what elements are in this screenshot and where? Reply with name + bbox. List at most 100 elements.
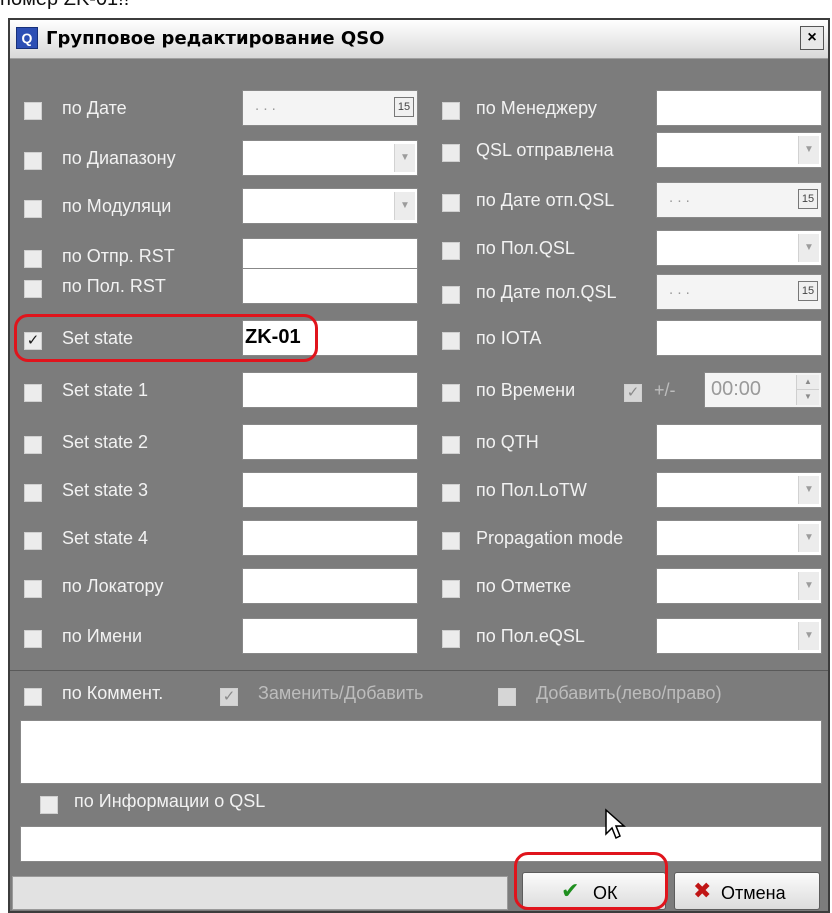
calendar-icon[interactable]: 15: [798, 189, 818, 209]
left-field-input[interactable]: [242, 372, 418, 408]
right-field-label: по Времени: [476, 380, 576, 400]
right-field-select[interactable]: ▼: [656, 230, 822, 266]
right-field-input[interactable]: . . . 15: [656, 182, 822, 218]
left-field-label: по Локатору: [62, 576, 164, 596]
left-field-input[interactable]: [242, 568, 418, 604]
left-field-label: Set state 4: [62, 528, 149, 548]
left-field-checkbox[interactable]: [24, 200, 42, 218]
qsl-info-checkbox[interactable]: [40, 796, 58, 814]
left-field-checkbox[interactable]: ✓: [24, 332, 42, 350]
chevron-down-icon[interactable]: ▼: [798, 136, 819, 164]
cancel-button[interactable]: ✖ Отмена: [674, 872, 820, 910]
add-left-right-label: Добавить(лево/право): [536, 683, 722, 703]
left-field-checkbox[interactable]: [24, 384, 42, 402]
calendar-icon[interactable]: 15: [798, 281, 818, 301]
cancel-label: Отмена: [721, 883, 786, 903]
right-field-checkbox[interactable]: [442, 384, 460, 402]
group-edit-dialog: Q Групповое редактирование QSO × по Дате…: [8, 18, 830, 913]
right-field-input[interactable]: [656, 320, 822, 356]
chevron-down-icon[interactable]: ▼: [798, 622, 819, 650]
right-field-label: по Пол.eQSL: [476, 626, 585, 646]
left-field-input[interactable]: [242, 268, 418, 304]
left-field-checkbox[interactable]: [24, 484, 42, 502]
date-placeholder: . . .: [669, 281, 690, 298]
time-value: 00:00: [711, 378, 762, 400]
chevron-down-icon[interactable]: ▼: [394, 144, 415, 172]
right-field-label: по QTH: [476, 432, 539, 452]
left-field-input[interactable]: [242, 520, 418, 556]
close-button[interactable]: ×: [800, 26, 824, 50]
right-field-input[interactable]: . . . 15: [656, 274, 822, 310]
right-field-input[interactable]: [656, 424, 822, 460]
calendar-icon[interactable]: 15: [394, 97, 414, 117]
date-placeholder: . . .: [255, 97, 276, 114]
left-field-input[interactable]: [242, 472, 418, 508]
right-field-checkbox[interactable]: [442, 332, 460, 350]
right-field-label: по Пол.QSL: [476, 238, 575, 258]
replace-add-checkbox[interactable]: ✓: [220, 688, 238, 706]
chevron-down-icon[interactable]: ▼: [394, 192, 415, 220]
left-field-label: Set state 2: [62, 432, 149, 452]
right-field-label: по Менеджеру: [476, 98, 597, 118]
status-bar: [12, 876, 508, 910]
right-field-checkbox[interactable]: [442, 286, 460, 304]
left-field-input[interactable]: [242, 424, 418, 460]
chevron-down-icon[interactable]: ▼: [798, 476, 819, 504]
title-bar[interactable]: Q Групповое редактирование QSO ×: [10, 20, 828, 59]
right-field-checkbox[interactable]: [442, 532, 460, 550]
chevron-down-icon[interactable]: ▼: [798, 572, 819, 600]
right-field-checkbox[interactable]: [442, 484, 460, 502]
time-plus-minus-checkbox[interactable]: ✓: [624, 384, 642, 402]
comment-checkbox[interactable]: [24, 688, 42, 706]
right-field-label: QSL отправлена: [476, 140, 614, 160]
right-field-label: по Пол.LoTW: [476, 480, 587, 500]
left-field-input[interactable]: . . . 15: [242, 90, 418, 126]
left-field-checkbox[interactable]: [24, 580, 42, 598]
right-field-select[interactable]: ▼: [656, 132, 822, 168]
left-field-input[interactable]: [242, 618, 418, 654]
left-field-select[interactable]: ▼: [242, 140, 418, 176]
page-header-text: номер ZK-01!!: [0, 0, 129, 11]
date-placeholder: . . .: [669, 189, 690, 206]
left-field-checkbox[interactable]: [24, 152, 42, 170]
right-field-select[interactable]: ▼: [656, 520, 822, 556]
right-field-checkbox[interactable]: [442, 630, 460, 648]
left-field-label: по Диапазону: [62, 148, 176, 168]
left-field-select[interactable]: ▼: [242, 188, 418, 224]
left-field-checkbox[interactable]: [24, 436, 42, 454]
right-field-checkbox[interactable]: [442, 144, 460, 162]
time-spinner[interactable]: ▲ ▼: [796, 375, 819, 405]
add-left-right-checkbox[interactable]: [498, 688, 516, 706]
right-field-select[interactable]: ▼: [656, 568, 822, 604]
right-field-checkbox[interactable]: [442, 242, 460, 260]
comment-label: по Коммент.: [62, 683, 164, 703]
right-field-label: по Дате пол.QSL: [476, 282, 617, 302]
left-field-label: по Пол. RST: [62, 276, 166, 296]
left-field-checkbox[interactable]: [24, 250, 42, 268]
left-field-checkbox[interactable]: [24, 630, 42, 648]
spin-down-icon[interactable]: ▼: [797, 390, 819, 404]
left-field-checkbox[interactable]: [24, 532, 42, 550]
left-field-checkbox[interactable]: [24, 102, 42, 120]
right-field-checkbox[interactable]: [442, 102, 460, 120]
ok-label: ОК: [593, 883, 618, 903]
ok-button[interactable]: ✔ ОК: [522, 872, 666, 910]
comment-textarea[interactable]: [20, 720, 822, 784]
left-field-checkbox[interactable]: [24, 280, 42, 298]
left-field-input[interactable]: ZK-01: [242, 320, 418, 356]
right-field-checkbox[interactable]: [442, 436, 460, 454]
replace-add-label: Заменить/Добавить: [258, 683, 424, 703]
right-field-select[interactable]: ▼: [656, 472, 822, 508]
spin-up-icon[interactable]: ▲: [797, 375, 819, 390]
left-field-value: ZK-01: [245, 326, 301, 348]
right-field-select[interactable]: ▼: [656, 618, 822, 654]
right-field-checkbox[interactable]: [442, 580, 460, 598]
check-icon: ✔: [561, 878, 580, 903]
chevron-down-icon[interactable]: ▼: [798, 234, 819, 262]
right-field-checkbox[interactable]: [442, 194, 460, 212]
right-field-input[interactable]: [656, 90, 822, 126]
divider: [10, 670, 828, 671]
qsl-info-input[interactable]: [20, 826, 822, 862]
time-input[interactable]: 00:00 ▲ ▼: [704, 372, 822, 408]
chevron-down-icon[interactable]: ▼: [798, 524, 819, 552]
